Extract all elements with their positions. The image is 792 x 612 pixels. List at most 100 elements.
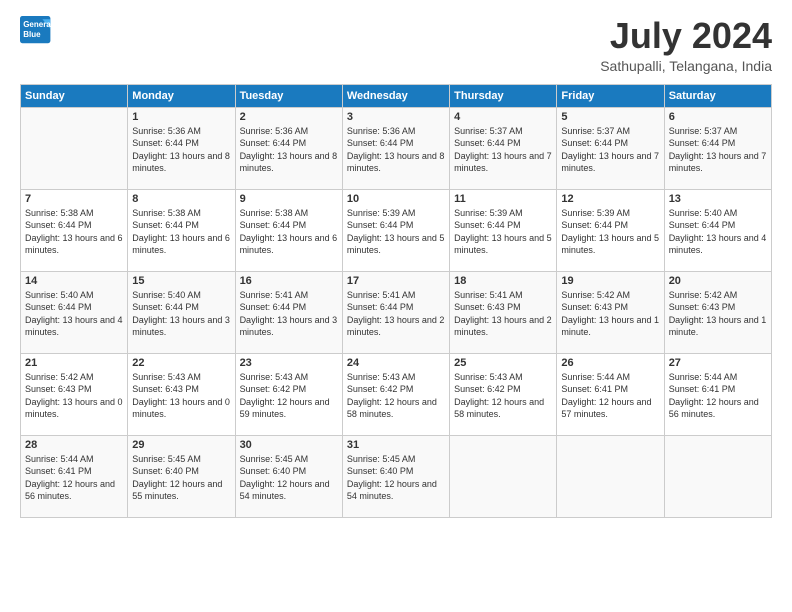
calendar-day-cell: 12 Sunrise: 5:39 AMSunset: 6:44 PMDayligh… bbox=[557, 189, 664, 271]
day-info: Sunrise: 5:39 AMSunset: 6:44 PMDaylight:… bbox=[454, 207, 552, 257]
logo-icon: General Blue bbox=[20, 16, 52, 44]
day-info: Sunrise: 5:44 AMSunset: 6:41 PMDaylight:… bbox=[25, 453, 123, 503]
calendar-day-cell: 26Sunrise: 5:44 AMSunset: 6:41 PMDayligh… bbox=[557, 353, 664, 435]
day-number: 19 bbox=[561, 275, 659, 287]
calendar-day-cell bbox=[664, 435, 771, 517]
day-number: 12 bbox=[561, 193, 659, 205]
day-number: 20 bbox=[669, 275, 767, 287]
day-info: Sunrise: 5:41 AMSunset: 6:43 PMDaylight:… bbox=[454, 289, 552, 339]
day-info: Sunrise: 5:38 AMSunset: 6:44 PMDaylight:… bbox=[132, 207, 230, 257]
day-info: Sunrise: 5:39 AMSunset: 6:44 PMDaylight:… bbox=[561, 207, 659, 257]
calendar-day-cell: 30 Sunrise: 5:45 AMSunset: 6:40 PMDayligh… bbox=[235, 435, 342, 517]
day-number: 22 bbox=[132, 357, 230, 369]
calendar-day-cell: 8 Sunrise: 5:38 AMSunset: 6:44 PMDaylight… bbox=[128, 189, 235, 271]
calendar-day-cell: 6 Sunrise: 5:37 AMSunset: 6:44 PMDaylight… bbox=[664, 107, 771, 189]
calendar-week-row: 21Sunrise: 5:42 AMSunset: 6:43 PMDayligh… bbox=[21, 353, 772, 435]
svg-text:Blue: Blue bbox=[23, 30, 41, 39]
day-info: Sunrise: 5:43 AMSunset: 6:42 PMDaylight:… bbox=[454, 371, 552, 421]
weekday-header-cell: Tuesday bbox=[235, 84, 342, 107]
calendar-day-cell: 27Sunrise: 5:44 AMSunset: 6:41 PMDayligh… bbox=[664, 353, 771, 435]
day-number: 5 bbox=[561, 111, 659, 123]
day-number: 24 bbox=[347, 357, 445, 369]
weekday-header-cell: Sunday bbox=[21, 84, 128, 107]
day-number: 11 bbox=[454, 193, 552, 205]
day-number: 6 bbox=[669, 111, 767, 123]
day-number: 4 bbox=[454, 111, 552, 123]
day-info: Sunrise: 5:45 AMSunset: 6:40 PMDaylight:… bbox=[132, 453, 230, 503]
day-info: Sunrise: 5:40 AMSunset: 6:44 PMDaylight:… bbox=[669, 207, 767, 257]
day-number: 26 bbox=[561, 357, 659, 369]
calendar-day-cell: 21Sunrise: 5:42 AMSunset: 6:43 PMDayligh… bbox=[21, 353, 128, 435]
day-info: Sunrise: 5:38 AMSunset: 6:44 PMDaylight:… bbox=[240, 207, 338, 257]
day-number: 16 bbox=[240, 275, 338, 287]
calendar-day-cell: 3 Sunrise: 5:36 AMSunset: 6:44 PMDaylight… bbox=[342, 107, 449, 189]
day-info: Sunrise: 5:37 AMSunset: 6:44 PMDaylight:… bbox=[454, 125, 552, 175]
weekday-header-cell: Monday bbox=[128, 84, 235, 107]
day-info: Sunrise: 5:37 AMSunset: 6:44 PMDaylight:… bbox=[669, 125, 767, 175]
day-info: Sunrise: 5:41 AMSunset: 6:44 PMDaylight:… bbox=[240, 289, 338, 339]
calendar-body: 1 Sunrise: 5:36 AMSunset: 6:44 PMDaylight… bbox=[21, 107, 772, 517]
day-info: Sunrise: 5:36 AMSunset: 6:44 PMDaylight:… bbox=[132, 125, 230, 175]
weekday-header-cell: Thursday bbox=[450, 84, 557, 107]
day-number: 17 bbox=[347, 275, 445, 287]
calendar-day-cell: 10Sunrise: 5:39 AMSunset: 6:44 PMDayligh… bbox=[342, 189, 449, 271]
calendar-day-cell bbox=[557, 435, 664, 517]
calendar-day-cell: 29 Sunrise: 5:45 AMSunset: 6:40 PMDayligh… bbox=[128, 435, 235, 517]
day-number: 25 bbox=[454, 357, 552, 369]
calendar-week-row: 1 Sunrise: 5:36 AMSunset: 6:44 PMDaylight… bbox=[21, 107, 772, 189]
calendar-week-row: 7 Sunrise: 5:38 AMSunset: 6:44 PMDaylight… bbox=[21, 189, 772, 271]
calendar-day-cell bbox=[450, 435, 557, 517]
day-number: 18 bbox=[454, 275, 552, 287]
day-number: 2 bbox=[240, 111, 338, 123]
day-number: 30 bbox=[240, 439, 338, 451]
calendar-day-cell: 5Sunrise: 5:37 AMSunset: 6:44 PMDaylight… bbox=[557, 107, 664, 189]
calendar-day-cell: 16 Sunrise: 5:41 AMSunset: 6:44 PMDayligh… bbox=[235, 271, 342, 353]
calendar-day-cell: 25 Sunrise: 5:43 AMSunset: 6:42 PMDayligh… bbox=[450, 353, 557, 435]
calendar-day-cell: 4 Sunrise: 5:37 AMSunset: 6:44 PMDaylight… bbox=[450, 107, 557, 189]
day-number: 9 bbox=[240, 193, 338, 205]
calendar-day-cell: 18 Sunrise: 5:41 AMSunset: 6:43 PMDayligh… bbox=[450, 271, 557, 353]
calendar-day-cell: 17 Sunrise: 5:41 AMSunset: 6:44 PMDayligh… bbox=[342, 271, 449, 353]
calendar-day-cell: 28 Sunrise: 5:44 AMSunset: 6:41 PMDayligh… bbox=[21, 435, 128, 517]
day-info: Sunrise: 5:40 AMSunset: 6:44 PMDaylight:… bbox=[25, 289, 123, 339]
calendar-day-cell: 22Sunrise: 5:43 AMSunset: 6:43 PMDayligh… bbox=[128, 353, 235, 435]
day-info: Sunrise: 5:43 AMSunset: 6:42 PMDaylight:… bbox=[240, 371, 338, 421]
day-number: 31 bbox=[347, 439, 445, 451]
calendar-day-cell: 19Sunrise: 5:42 AMSunset: 6:43 PMDayligh… bbox=[557, 271, 664, 353]
day-info: Sunrise: 5:43 AMSunset: 6:42 PMDaylight:… bbox=[347, 371, 445, 421]
month-title: July 2024 bbox=[600, 16, 772, 56]
day-number: 21 bbox=[25, 357, 123, 369]
day-info: Sunrise: 5:36 AMSunset: 6:44 PMDaylight:… bbox=[347, 125, 445, 175]
day-number: 1 bbox=[132, 111, 230, 123]
calendar-day-cell: 2 Sunrise: 5:36 AMSunset: 6:44 PMDaylight… bbox=[235, 107, 342, 189]
calendar-day-cell: 24 Sunrise: 5:43 AMSunset: 6:42 PMDayligh… bbox=[342, 353, 449, 435]
calendar-day-cell: 1 Sunrise: 5:36 AMSunset: 6:44 PMDaylight… bbox=[128, 107, 235, 189]
day-number: 7 bbox=[25, 193, 123, 205]
logo: General Blue bbox=[20, 16, 52, 44]
day-info: Sunrise: 5:40 AMSunset: 6:44 PMDaylight:… bbox=[132, 289, 230, 339]
day-info: Sunrise: 5:36 AMSunset: 6:44 PMDaylight:… bbox=[240, 125, 338, 175]
weekday-header-cell: Wednesday bbox=[342, 84, 449, 107]
svg-text:General: General bbox=[23, 20, 52, 29]
day-number: 14 bbox=[25, 275, 123, 287]
day-info: Sunrise: 5:45 AMSunset: 6:40 PMDaylight:… bbox=[240, 453, 338, 503]
day-number: 15 bbox=[132, 275, 230, 287]
weekday-header-cell: Saturday bbox=[664, 84, 771, 107]
day-number: 13 bbox=[669, 193, 767, 205]
page: General Blue July 2024 Sathupalli, Telan… bbox=[0, 0, 792, 528]
day-number: 3 bbox=[347, 111, 445, 123]
day-number: 28 bbox=[25, 439, 123, 451]
day-number: 29 bbox=[132, 439, 230, 451]
calendar-table: SundayMondayTuesdayWednesdayThursdayFrid… bbox=[20, 84, 772, 518]
weekday-header-row: SundayMondayTuesdayWednesdayThursdayFrid… bbox=[21, 84, 772, 107]
calendar-day-cell: 31Sunrise: 5:45 AMSunset: 6:40 PMDayligh… bbox=[342, 435, 449, 517]
calendar-day-cell: 14 Sunrise: 5:40 AMSunset: 6:44 PMDayligh… bbox=[21, 271, 128, 353]
day-number: 8 bbox=[132, 193, 230, 205]
header: General Blue July 2024 Sathupalli, Telan… bbox=[20, 16, 772, 74]
day-info: Sunrise: 5:41 AMSunset: 6:44 PMDaylight:… bbox=[347, 289, 445, 339]
calendar-day-cell: 13 Sunrise: 5:40 AMSunset: 6:44 PMDayligh… bbox=[664, 189, 771, 271]
calendar-day-cell: 7Sunrise: 5:38 AMSunset: 6:44 PMDaylight… bbox=[21, 189, 128, 271]
day-info: Sunrise: 5:42 AMSunset: 6:43 PMDaylight:… bbox=[669, 289, 767, 339]
calendar-day-cell: 11 Sunrise: 5:39 AMSunset: 6:44 PMDayligh… bbox=[450, 189, 557, 271]
weekday-header-cell: Friday bbox=[557, 84, 664, 107]
